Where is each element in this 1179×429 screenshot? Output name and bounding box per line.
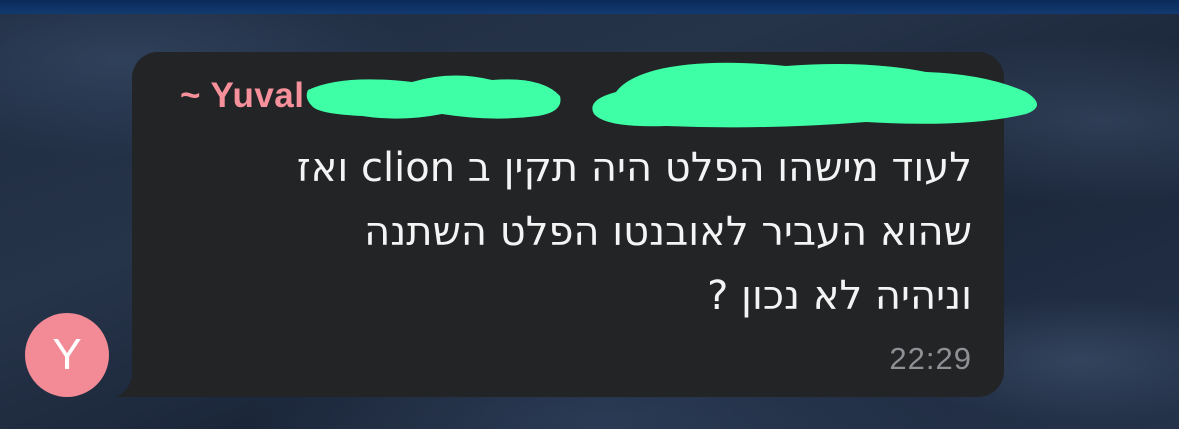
- bubble-body: ~ Yuval לעוד מישהו הפלט היה תקין ב clion…: [132, 52, 1037, 397]
- redaction-mark-phone: [592, 62, 1037, 128]
- message-line-1: לעוד מישהו הפלט היה תקין ב clion ואז: [296, 145, 972, 191]
- message-text: לעוד מישהו הפלט היה תקין ב clion ואז שהו…: [132, 136, 972, 328]
- message-bubble[interactable]: ~ Yuval לעוד מישהו הפלט היה תקין ב clion…: [114, 52, 1037, 397]
- message-line-2: שהוא העביר לאובנטו הפלט השתנה: [364, 209, 972, 255]
- top-edge: [0, 0, 1179, 14]
- message-line-3: וניהיה לא נכון ?: [707, 273, 972, 319]
- avatar-initial: Y: [52, 330, 82, 379]
- redaction-mark-name: [306, 75, 561, 119]
- sender-avatar[interactable]: Y: [25, 313, 109, 397]
- message-timestamp: 22:29: [889, 341, 972, 376]
- sender-name[interactable]: ~ Yuval: [180, 76, 304, 116]
